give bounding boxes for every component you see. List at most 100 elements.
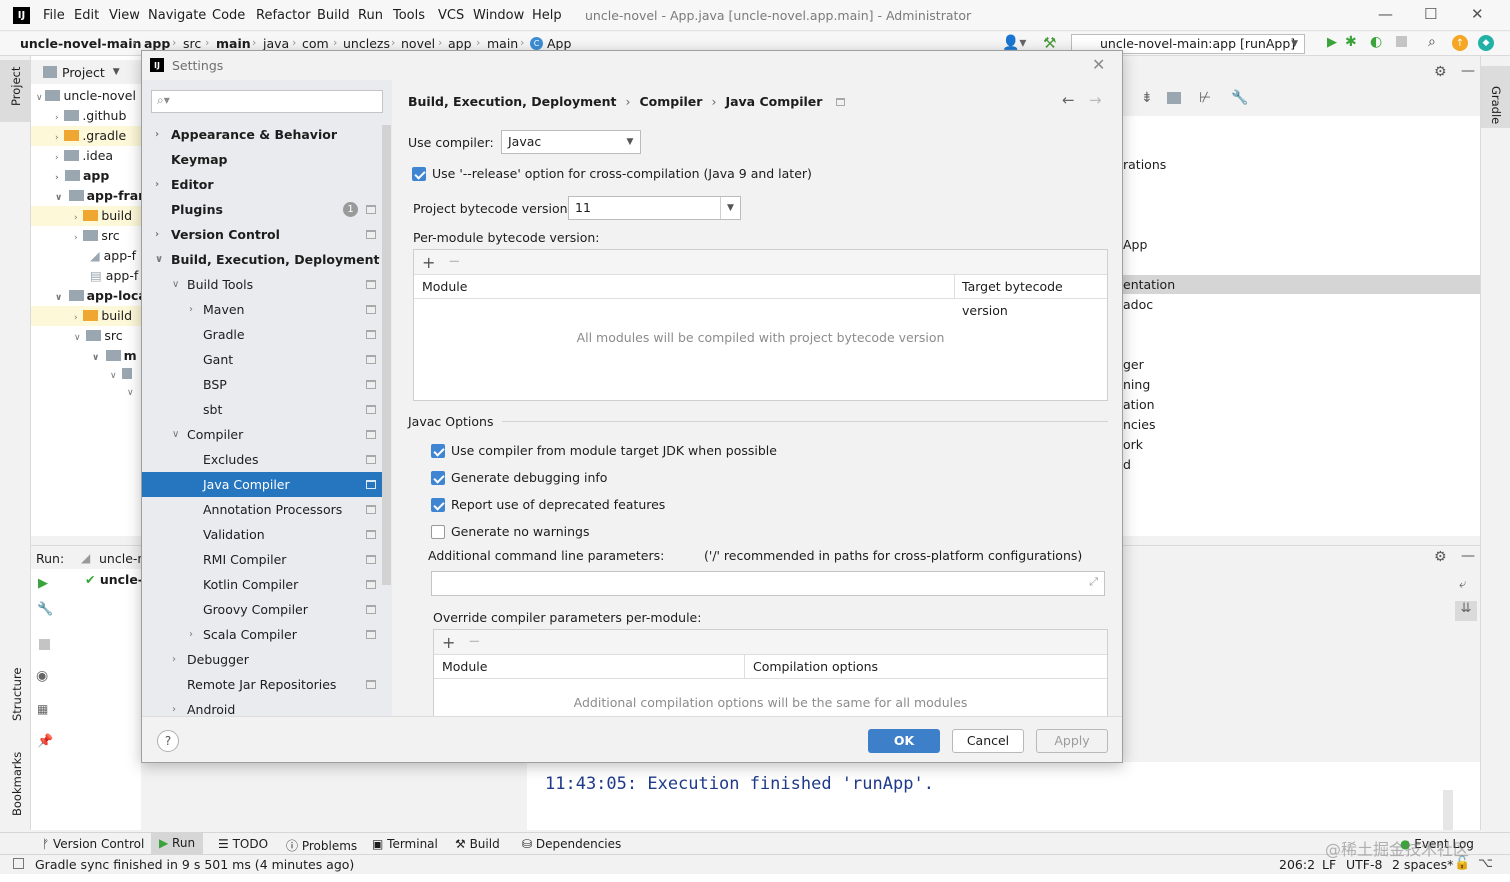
status-toggle-icon[interactable] bbox=[13, 858, 24, 869]
column-header-module[interactable]: Module bbox=[414, 275, 955, 299]
nav-groovy-compiler[interactable]: Groovy Compiler bbox=[142, 597, 382, 622]
breadcrumb-main-pkg[interactable]: main bbox=[487, 36, 518, 51]
option-checkbox-0[interactable] bbox=[431, 444, 445, 458]
breadcrumb-app-pkg[interactable]: app bbox=[448, 36, 472, 51]
nav-gant[interactable]: Gant bbox=[142, 347, 382, 372]
dialog-title-bar[interactable]: IJ Settings ✕ bbox=[142, 51, 1122, 79]
tree-item[interactable]: › build bbox=[31, 306, 141, 326]
column-header-options[interactable]: Compilation options bbox=[745, 655, 1107, 679]
nav-keymap[interactable]: Keymap bbox=[142, 147, 382, 172]
nav-gradle[interactable]: Gradle bbox=[142, 322, 382, 347]
nav-excludes[interactable]: Excludes bbox=[142, 447, 382, 472]
nav-sbt[interactable]: sbt bbox=[142, 397, 382, 422]
menu-window[interactable]: Window bbox=[473, 8, 524, 23]
gradle-tree-item[interactable]: ncies bbox=[1123, 417, 1155, 432]
coverage-icon[interactable]: ◐ bbox=[1370, 34, 1382, 50]
tree-item[interactable]: › .gradle bbox=[31, 126, 141, 146]
gradle-tree-item[interactable]: d bbox=[1123, 457, 1131, 472]
menu-file[interactable]: File bbox=[43, 8, 65, 23]
nav-appearance-behavior[interactable]: › Appearance & Behavior bbox=[142, 122, 382, 147]
breadcrumb-novel[interactable]: novel bbox=[401, 36, 435, 51]
nav-rmi-compiler[interactable]: RMI Compiler bbox=[142, 547, 382, 572]
update-icon[interactable]: ↑ bbox=[1452, 35, 1468, 51]
rerun-icon[interactable]: ▶ bbox=[38, 576, 48, 591]
tree-item[interactable]: ◢ app-f bbox=[90, 248, 136, 263]
breadcrumb-com[interactable]: com bbox=[302, 36, 329, 51]
tree-item[interactable]: › build bbox=[31, 206, 141, 226]
gradle-tree-item[interactable]: ation bbox=[1123, 397, 1155, 412]
add-icon[interactable]: + bbox=[442, 633, 455, 652]
nav-bsp[interactable]: BSP bbox=[142, 372, 382, 397]
search-icon[interactable]: ⌕ bbox=[1428, 34, 1436, 50]
gradle-tree-item[interactable]: adoc bbox=[1123, 297, 1153, 312]
gradle-tree-item[interactable]: ger bbox=[1123, 357, 1144, 372]
ok-button[interactable]: OK bbox=[868, 729, 940, 753]
tool-problems[interactable]: ⓘ Problems bbox=[286, 837, 357, 854]
eye-icon[interactable]: ◉ bbox=[36, 668, 48, 684]
forward-arrow-icon[interactable]: → bbox=[1089, 91, 1102, 109]
hide-icon[interactable]: — bbox=[1461, 63, 1475, 79]
console-scrollbar[interactable] bbox=[1443, 790, 1453, 830]
chevron-down-icon[interactable]: ∨ bbox=[127, 388, 134, 398]
use-compiler-select[interactable]: Javac ▼ bbox=[501, 130, 641, 154]
menu-help[interactable]: Help bbox=[532, 8, 562, 23]
bytecode-version-select[interactable]: 11 ▼ bbox=[568, 196, 741, 220]
debug-icon[interactable]: ✱ bbox=[1345, 34, 1357, 50]
nav-scala-compiler[interactable]: › Scala Compiler bbox=[142, 622, 382, 647]
nav-android[interactable]: › Android bbox=[142, 697, 382, 716]
tree-item[interactable]: ▤ app-f bbox=[90, 268, 138, 283]
release-option-checkbox[interactable] bbox=[412, 167, 426, 181]
column-header-module[interactable]: Module bbox=[434, 655, 745, 679]
caret-position[interactable]: 206:2 bbox=[1279, 857, 1315, 872]
layout-icon[interactable]: ▦ bbox=[37, 702, 48, 716]
gear-icon[interactable]: ⚙ bbox=[1434, 64, 1447, 80]
gradle-tree-item[interactable]: ork bbox=[1123, 437, 1143, 452]
collapse-all-icon[interactable]: ⇟ bbox=[1141, 90, 1153, 106]
tree-item[interactable]: ∨ app-fran bbox=[55, 188, 147, 203]
option-checkbox-3[interactable] bbox=[431, 525, 445, 539]
tree-item[interactable]: › src bbox=[74, 228, 120, 243]
help-button[interactable]: ? bbox=[157, 730, 179, 752]
run-tab[interactable]: uncle-n bbox=[99, 551, 145, 566]
breadcrumb-main[interactable]: main bbox=[216, 36, 251, 51]
release-option-label[interactable]: Use '--release' option for cross-compila… bbox=[432, 166, 812, 181]
chevron-down-icon[interactable]: ∨ bbox=[110, 368, 135, 381]
stop-icon[interactable] bbox=[39, 639, 50, 650]
nav-java-compiler[interactable]: Java Compiler bbox=[142, 472, 391, 497]
soft-wrap-icon[interactable]: ⤶ bbox=[1459, 577, 1466, 592]
nav-compiler[interactable]: ∨ Compiler bbox=[142, 422, 382, 447]
tool-build[interactable]: ⚒ Build bbox=[455, 837, 500, 851]
breadcrumb-java[interactable]: java bbox=[263, 36, 289, 51]
option-label-1[interactable]: Generate debugging info bbox=[451, 470, 607, 485]
git-icon[interactable]: ⌥ bbox=[1478, 856, 1493, 871]
minimize-icon[interactable]: — bbox=[1378, 5, 1393, 23]
status-message[interactable]: Gradle sync finished in 9 s 501 ms (4 mi… bbox=[35, 857, 354, 872]
nav-build-execution-deployment[interactable]: ∨ Build, Execution, Deployment bbox=[142, 247, 382, 272]
breadcrumb-src[interactable]: src bbox=[183, 36, 201, 51]
stop-icon[interactable] bbox=[1396, 36, 1407, 47]
nav-editor[interactable]: › Editor bbox=[142, 172, 382, 197]
tree-item[interactable]: ∨ app-loca bbox=[55, 288, 147, 303]
wrench-icon[interactable]: 🔧 bbox=[37, 602, 53, 617]
hide-icon[interactable]: — bbox=[1461, 548, 1475, 564]
scroll-to-end-icon[interactable]: ⇊ bbox=[1455, 601, 1477, 621]
structure-tool-tab[interactable]: Structure bbox=[10, 668, 24, 722]
additional-params-input[interactable]: ⤢ bbox=[431, 571, 1105, 596]
menu-vcs[interactable]: VCS bbox=[438, 8, 464, 23]
project-tool-tab[interactable]: Project bbox=[9, 67, 23, 106]
breadcrumb-app[interactable]: app bbox=[144, 36, 170, 51]
nav-scrollbar[interactable] bbox=[382, 125, 391, 585]
nav-kotlin-compiler[interactable]: Kotlin Compiler bbox=[142, 572, 382, 597]
close-window-icon[interactable]: ✕ bbox=[1471, 5, 1484, 23]
nav-debugger[interactable]: › Debugger bbox=[142, 647, 382, 672]
tree-item[interactable]: ∨ m bbox=[92, 348, 137, 363]
tool-terminal[interactable]: ▣ Terminal bbox=[372, 837, 438, 851]
console-output[interactable]: 11:43:05: Execution finished 'runApp'. bbox=[527, 762, 1480, 830]
toggle-offline-icon[interactable]: ⊬ bbox=[1199, 90, 1211, 106]
remove-icon[interactable]: − bbox=[468, 632, 481, 650]
gradle-tree-item[interactable]: entation bbox=[1123, 277, 1175, 292]
pin-icon[interactable]: 📌 bbox=[37, 734, 53, 749]
toolbox-icon[interactable]: ◆ bbox=[1478, 35, 1494, 51]
project-header[interactable]: Project ▼ bbox=[31, 60, 141, 84]
tool-run[interactable]: ▶ Run bbox=[151, 833, 204, 854]
